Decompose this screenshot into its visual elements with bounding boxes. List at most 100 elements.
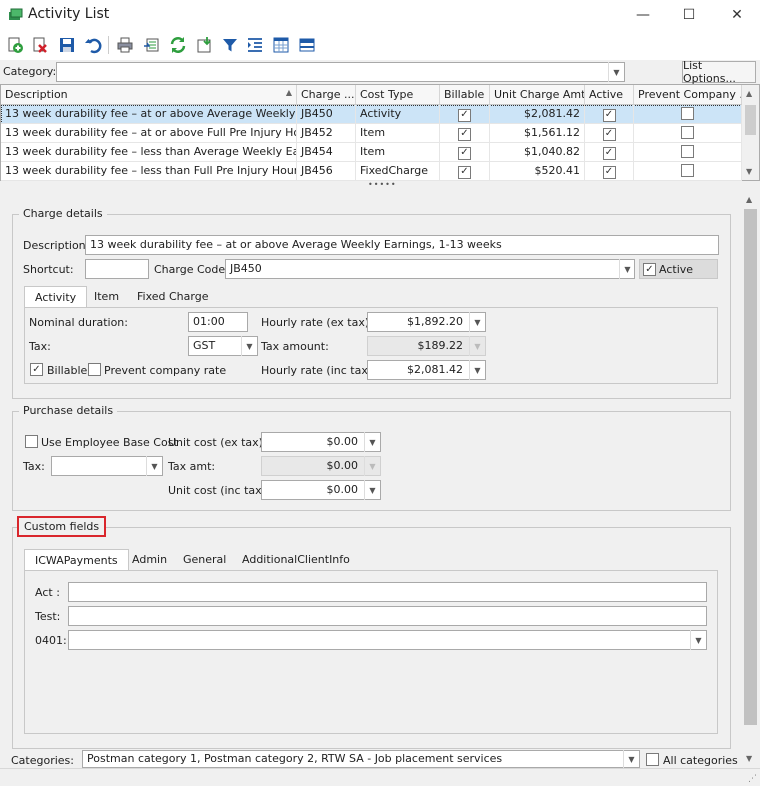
tab-activity[interactable]: Activity (24, 286, 88, 308)
resize-grip-icon[interactable]: ⋰ (748, 774, 757, 784)
active-checkbox[interactable]: ✓ (602, 146, 616, 160)
unit-cost-inc-field[interactable]: $0.00 (261, 480, 381, 500)
billable-checkbox[interactable]: ✓ (458, 127, 471, 141)
active-checkbox[interactable]: ✓ (602, 108, 616, 122)
print-icon[interactable] (114, 34, 136, 56)
field-0401-select[interactable] (68, 630, 707, 650)
column-header-unit-charge[interactable]: Unit Charge Amt (490, 85, 585, 105)
chevron-down-icon[interactable]: ▼ (364, 432, 380, 452)
column-header-charge-code[interactable]: Charge ... (297, 85, 356, 105)
cell-billable: ✓ (440, 143, 490, 162)
scroll-thumb[interactable] (745, 105, 756, 135)
scroll-down-icon[interactable]: ▼ (746, 754, 752, 763)
prevent-checkbox[interactable] (681, 126, 694, 139)
tab-general[interactable]: General (173, 549, 236, 571)
tab-admin[interactable]: Admin (122, 549, 177, 571)
sort-asc-icon: ▲ (285, 88, 292, 97)
indent-icon[interactable] (244, 34, 266, 56)
cell-amount: $520.41 (490, 162, 585, 181)
filter-icon[interactable] (219, 34, 241, 56)
active-checkbox[interactable]: ✓ (643, 263, 656, 276)
unit-cost-ex-field[interactable]: $0.00 (261, 432, 381, 452)
custom-fields-legend: Custom fields (17, 516, 107, 537)
chevron-down-icon[interactable]: ▼ (469, 360, 485, 380)
minimize-button[interactable]: — (620, 0, 666, 30)
act-field[interactable] (68, 582, 707, 602)
billable-checkbox[interactable]: ✓ (458, 165, 471, 179)
scroll-down-icon[interactable]: ▼ (746, 167, 752, 176)
chevron-down-icon: ▼ (364, 456, 380, 476)
cell-amount: $2,081.42 (490, 105, 585, 124)
billable-checkbox[interactable]: ✓ (30, 363, 43, 376)
maximize-button[interactable]: ☐ (666, 0, 712, 30)
cell-charge-code: JB456 (297, 162, 356, 181)
export-icon[interactable] (141, 34, 163, 56)
import-icon[interactable] (193, 34, 215, 56)
tab-additional-client-info[interactable]: AdditionalClientInfo (232, 549, 360, 571)
column-header-prevent[interactable]: Prevent Company ... (634, 85, 742, 105)
nominal-duration-field[interactable]: 01:00 (188, 312, 248, 332)
column-header-label: Description (5, 88, 68, 101)
test-field[interactable] (68, 606, 707, 626)
prevent-checkbox[interactable] (681, 107, 694, 120)
chevron-down-icon[interactable]: ▼ (690, 630, 706, 650)
billable-checkbox[interactable]: ✓ (458, 146, 471, 160)
tab-fixed-charge[interactable]: Fixed Charge (127, 286, 218, 308)
chevron-down-icon[interactable]: ▼ (623, 750, 639, 768)
tax-amt-label: Tax amt: (168, 460, 216, 473)
prevent-company-rate-checkbox[interactable] (88, 363, 101, 376)
chevron-down-icon[interactable]: ▼ (469, 312, 485, 332)
unit-cost-inc-label: Unit cost (inc tax): (168, 484, 270, 497)
active-checkbox[interactable]: ✓ (602, 127, 616, 141)
chevron-down-icon: ▼ (469, 336, 485, 356)
chevron-down-icon[interactable]: ▼ (364, 480, 380, 500)
category-select[interactable] (56, 62, 625, 82)
save-icon[interactable] (56, 34, 78, 56)
cell-billable: ✓ (440, 162, 490, 181)
cell-active: ✓ (585, 143, 634, 162)
column-header-description[interactable]: Description ▲ (1, 85, 297, 105)
cell-active: ✓ (585, 124, 634, 143)
description-field[interactable]: 13 week durability fee – at or above Ave… (85, 235, 719, 255)
chevron-down-icon[interactable]: ▼ (608, 62, 624, 82)
undo-icon[interactable] (82, 34, 104, 56)
delete-icon[interactable] (29, 34, 51, 56)
tax-amt-field: $0.00 (261, 456, 381, 476)
prevent-checkbox[interactable] (681, 164, 694, 177)
grid-scrollbar[interactable]: ▲ ▼ (742, 85, 759, 180)
cell-billable: ✓ (440, 105, 490, 124)
refresh-icon[interactable] (167, 34, 189, 56)
close-button[interactable]: ✕ (714, 0, 760, 30)
chevron-down-icon[interactable]: ▼ (146, 456, 162, 476)
tab-item[interactable]: Item (84, 286, 129, 308)
tab-icwapayments[interactable]: ICWAPayments (24, 549, 129, 571)
column-header-cost-type[interactable]: Cost Type (356, 85, 440, 105)
columns-icon[interactable] (270, 34, 292, 56)
active-checkbox[interactable]: ✓ (602, 165, 616, 179)
splitter-handle[interactable]: ••••• (368, 180, 397, 189)
charge-details-legend: Charge details (19, 207, 107, 220)
cell-cost-type: Item (356, 124, 440, 143)
column-header-active[interactable]: Active (585, 85, 634, 105)
details-scrollbar[interactable]: ▲ ▼ (742, 192, 759, 768)
toolbar-separator (108, 36, 109, 54)
scroll-up-icon[interactable]: ▲ (746, 89, 752, 98)
use-employee-base-cost-checkbox[interactable] (25, 435, 38, 448)
add-icon[interactable] (4, 34, 26, 56)
chevron-down-icon[interactable]: ▼ (241, 336, 257, 356)
cell-description: 13 week durability fee – less than Full … (1, 162, 297, 181)
list-options-button[interactable]: List Options... (682, 59, 756, 85)
prevent-checkbox[interactable] (681, 145, 694, 158)
activity-grid: Description ▲ Charge ... Cost Type Billab… (0, 84, 760, 181)
chevron-down-icon[interactable]: ▼ (619, 259, 635, 279)
billable-checkbox[interactable]: ✓ (458, 108, 471, 122)
charge-code-select[interactable]: JB450 (225, 259, 635, 279)
all-categories-checkbox[interactable] (646, 753, 659, 766)
layout-icon[interactable] (296, 34, 318, 56)
column-header-billable[interactable]: Billable (440, 85, 490, 105)
categories-select[interactable]: Postman category 1, Postman category 2, … (82, 750, 640, 768)
shortcut-field[interactable] (85, 259, 149, 279)
scroll-thumb[interactable] (744, 209, 757, 725)
active-toggle[interactable]: ✓ Active (639, 259, 718, 279)
scroll-up-icon[interactable]: ▲ (746, 195, 752, 204)
